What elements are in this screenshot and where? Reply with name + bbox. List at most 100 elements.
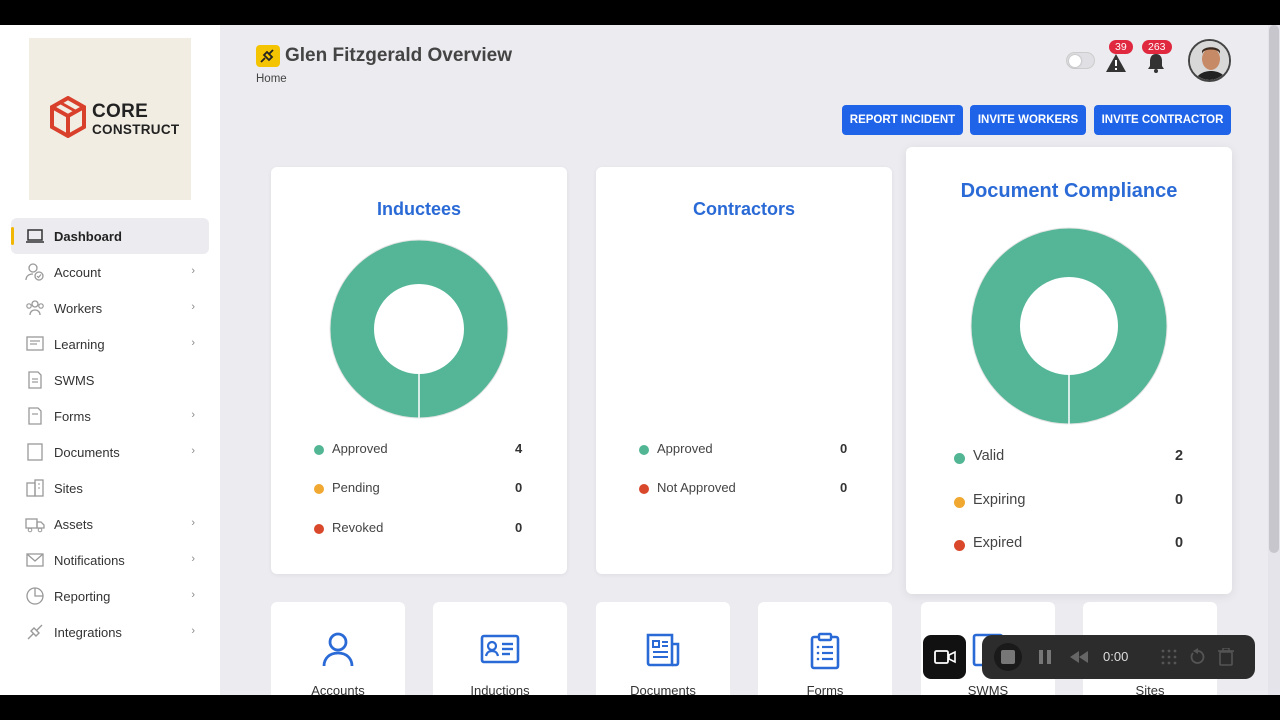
sidebar-item-label: SWMS	[54, 373, 95, 388]
legend-value: 0	[840, 441, 848, 456]
avatar[interactable]	[1188, 39, 1231, 82]
legend-label: Revoked	[332, 520, 384, 535]
tile-label: Documents	[630, 683, 696, 695]
id-card-icon	[480, 634, 520, 664]
tile-label: Accounts	[311, 683, 365, 695]
legend-dot	[954, 540, 965, 551]
legend-row-approved: Approved 0	[596, 441, 892, 461]
building-icon	[26, 479, 44, 497]
form-icon	[28, 407, 42, 425]
sidebar-item-documents[interactable]: Documents ›	[11, 434, 209, 470]
sidebar-item-label: Notifications	[54, 553, 125, 568]
swms-icon	[28, 371, 42, 389]
legend-dot	[639, 484, 649, 494]
legend-dot	[314, 445, 324, 455]
warning-icon[interactable]	[1105, 53, 1127, 73]
sidebar-item-learning[interactable]: Learning ›	[11, 326, 209, 362]
legend-row-pending: Pending 0	[271, 480, 567, 500]
screen-recorder-toolbar: 0:00	[923, 635, 1255, 679]
sidebar-item-label: Forms	[54, 409, 91, 424]
sidebar-item-label: Workers	[54, 301, 103, 316]
sidebar-item-reporting[interactable]: Reporting ›	[11, 578, 209, 614]
legend-value: 2	[1175, 448, 1184, 464]
sidebar-item-forms[interactable]: Forms ›	[11, 398, 209, 434]
camera-toggle-button[interactable]	[923, 635, 966, 679]
document-icon	[27, 443, 43, 461]
grid-dots-icon[interactable]	[1160, 648, 1178, 666]
legend-label: Approved	[657, 441, 713, 456]
sidebar: CORE CONSTRUCT Dashboard Account › Worke…	[0, 25, 220, 695]
legend-label: Expiring	[973, 492, 1026, 508]
tile-label: Inductions	[470, 683, 530, 695]
chevron-right-icon: ›	[191, 409, 195, 421]
sidebar-item-label: Learning	[54, 337, 105, 352]
video-camera-icon	[934, 650, 956, 664]
sidebar-item-swms[interactable]: SWMS	[11, 362, 209, 398]
invite-contractor-button[interactable]: INVITE CONTRACTOR	[1094, 105, 1231, 135]
page-title: Glen Fitzgerald Overview	[285, 45, 513, 66]
clipboard-icon	[810, 632, 840, 670]
plug-badge-icon	[256, 45, 280, 67]
legend-dot	[639, 445, 649, 455]
learning-icon	[26, 336, 44, 351]
sidebar-item-label: Dashboard	[54, 229, 122, 244]
tile-label: Sites	[1135, 683, 1165, 695]
stop-button[interactable]	[994, 643, 1022, 671]
sidebar-item-label: Reporting	[54, 589, 111, 604]
legend-value: 4	[515, 441, 523, 456]
chevron-right-icon: ›	[191, 445, 195, 457]
theme-toggle[interactable]	[1066, 52, 1095, 69]
alerts-badge: 39	[1109, 40, 1133, 54]
users-icon	[26, 300, 44, 316]
trash-icon[interactable]	[1218, 648, 1234, 666]
toggle-knob	[1069, 55, 1081, 67]
company-logo[interactable]: CORE CONSTRUCT	[29, 38, 191, 200]
tile-documents[interactable]: Documents	[596, 602, 730, 695]
card-title: Contractors	[692, 199, 795, 219]
legend-value: 0	[1175, 492, 1184, 508]
legend-dot	[314, 524, 324, 534]
scrollbar-thumb[interactable]	[1269, 25, 1279, 553]
sidebar-item-dashboard[interactable]: Dashboard	[11, 218, 209, 254]
compliance-donut-chart	[970, 227, 1168, 425]
legend-value: 0	[1175, 535, 1184, 551]
sidebar-item-integrations[interactable]: Integrations ›	[11, 614, 209, 650]
breadcrumb[interactable]: Home	[256, 73, 287, 85]
inductees-card[interactable]: Inductees Approved 4 Pending 0 Revoked 0	[271, 167, 567, 574]
legend-label: Pending	[332, 480, 380, 495]
chevron-right-icon: ›	[191, 301, 195, 313]
sidebar-item-workers[interactable]: Workers ›	[11, 290, 209, 326]
sidebar-item-notifications[interactable]: Notifications ›	[11, 542, 209, 578]
chevron-right-icon: ›	[191, 517, 195, 529]
rewind-icon[interactable]	[1069, 650, 1089, 664]
newspaper-icon	[646, 633, 680, 667]
chevron-right-icon: ›	[191, 625, 195, 637]
report-incident-button[interactable]: REPORT INCIDENT	[842, 105, 963, 135]
card-title: Document Compliance	[960, 180, 1178, 202]
scrollbar[interactable]	[1268, 25, 1280, 695]
sidebar-item-account[interactable]: Account ›	[11, 254, 209, 290]
core-construct-logo-icon	[50, 96, 86, 138]
document-compliance-card[interactable]: Document Compliance Valid 2 Expiring 0 E…	[906, 147, 1232, 594]
notifications-badge: 263	[1142, 40, 1172, 54]
bell-icon[interactable]	[1146, 52, 1166, 74]
user-check-icon	[25, 263, 44, 281]
legend-value: 0	[515, 480, 523, 495]
tile-forms[interactable]: Forms	[758, 602, 892, 695]
tile-accounts[interactable]: Accounts	[271, 602, 405, 695]
legend-dot	[954, 453, 965, 464]
restart-icon[interactable]	[1189, 648, 1207, 666]
contractors-card[interactable]: Contractors Approved 0 Not Approved 0	[596, 167, 892, 574]
truck-icon	[25, 518, 45, 533]
pause-icon[interactable]	[1038, 649, 1052, 665]
legend-value: 0	[515, 520, 523, 535]
tile-inductions[interactable]: Inductions	[433, 602, 567, 695]
sidebar-item-assets[interactable]: Assets ›	[11, 506, 209, 542]
invite-workers-button[interactable]: INVITE WORKERS	[970, 105, 1086, 135]
user-icon	[322, 632, 354, 667]
sidebar-item-sites[interactable]: Sites	[11, 470, 209, 506]
sidebar-item-label: Assets	[54, 517, 94, 532]
legend-row-valid: Valid 2	[906, 448, 1232, 468]
legend-dot	[314, 484, 324, 494]
logo-text-core: CORE	[92, 101, 149, 122]
